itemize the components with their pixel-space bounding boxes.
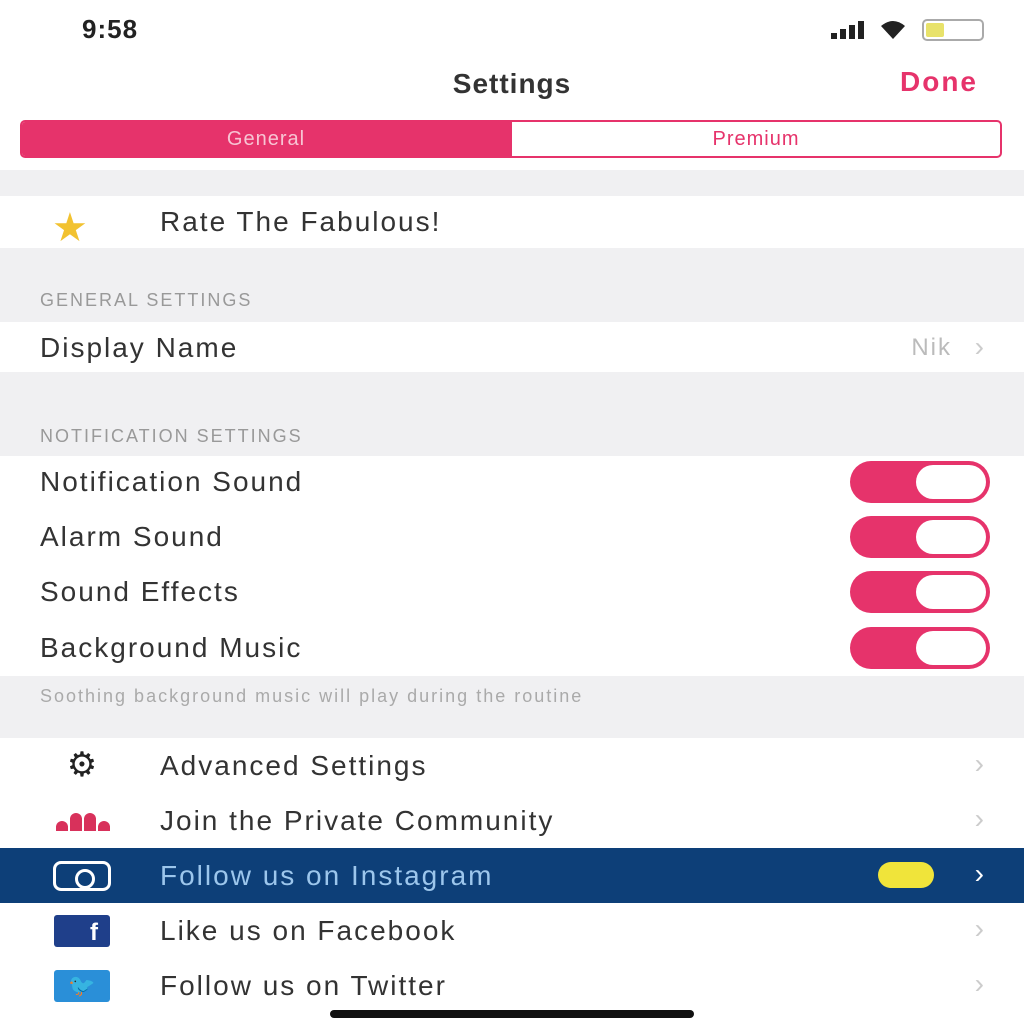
cellular-signal-icon xyxy=(831,21,864,39)
private-community-row[interactable]: Join the Private Community › xyxy=(0,793,1024,848)
tab-general[interactable]: General xyxy=(22,122,510,156)
instagram-label: Follow us on Instagram xyxy=(160,860,494,891)
chevron-right-icon: › xyxy=(974,968,984,999)
home-indicator[interactable] xyxy=(330,1010,694,1018)
advanced-settings-label: Advanced Settings xyxy=(160,750,428,781)
general-settings-header: GENERAL SETTINGS xyxy=(40,290,253,310)
battery-icon xyxy=(922,19,984,41)
twitter-row[interactable]: 🐦 Follow us on Twitter › xyxy=(0,958,1024,1013)
facebook-icon: f xyxy=(52,915,112,947)
page-title: Settings xyxy=(452,68,572,99)
twitter-label: Follow us on Twitter xyxy=(160,970,447,1001)
private-community-label: Join the Private Community xyxy=(160,805,555,836)
display-name-value: Nik xyxy=(911,334,952,361)
status-bar: 9:58 xyxy=(0,0,1024,60)
wifi-icon xyxy=(881,21,905,39)
instagram-icon xyxy=(52,860,112,892)
chevron-right-icon: › xyxy=(974,748,984,779)
nav-bar: Settings Done xyxy=(0,60,1024,110)
chevron-right-icon: › xyxy=(974,913,984,944)
display-name-label: Display Name xyxy=(40,332,239,363)
tab-premium[interactable]: Premium xyxy=(510,122,1000,156)
notification-sound-label: Notification Sound xyxy=(40,466,304,497)
notification-sound-toggle[interactable] xyxy=(850,461,990,503)
display-name-row[interactable]: Display Name Nik › xyxy=(0,322,1024,372)
facebook-label: Like us on Facebook xyxy=(160,915,457,946)
community-icon xyxy=(52,805,112,837)
new-badge xyxy=(878,862,934,888)
background-music-footnote: Soothing background music will play duri… xyxy=(40,686,584,706)
status-icons xyxy=(831,18,984,42)
sound-effects-label: Sound Effects xyxy=(40,576,240,607)
rate-app-label: Rate The Fabulous! xyxy=(160,206,442,237)
notification-settings-group: Notification Sound Alarm Sound Sound Eff… xyxy=(0,456,1024,676)
chevron-right-icon: › xyxy=(974,858,984,889)
gear-icon: ⚙ xyxy=(66,746,98,784)
done-button[interactable]: Done xyxy=(900,66,978,98)
background-music-toggle[interactable] xyxy=(850,627,990,669)
settings-tab-control: General Premium xyxy=(20,120,1002,158)
alarm-sound-label: Alarm Sound xyxy=(40,521,224,552)
section-spacer xyxy=(0,170,1024,196)
star-icon: ★ xyxy=(52,206,88,250)
facebook-row[interactable]: f Like us on Facebook › xyxy=(0,903,1024,958)
notification-settings-header: NOTIFICATION SETTINGS xyxy=(40,426,303,446)
background-music-label: Background Music xyxy=(40,632,303,663)
status-time: 9:58 xyxy=(82,14,139,44)
chevron-right-icon: › xyxy=(974,331,984,362)
chevron-right-icon: › xyxy=(974,803,984,834)
instagram-row[interactable]: Follow us on Instagram › xyxy=(0,848,1024,903)
rate-app-row[interactable]: ★ Rate The Fabulous! xyxy=(0,196,1024,248)
twitter-icon: 🐦 xyxy=(52,970,112,1002)
alarm-sound-toggle[interactable] xyxy=(850,516,990,558)
sound-effects-toggle[interactable] xyxy=(850,571,990,613)
advanced-settings-row[interactable]: ⚙ Advanced Settings › xyxy=(0,738,1024,793)
